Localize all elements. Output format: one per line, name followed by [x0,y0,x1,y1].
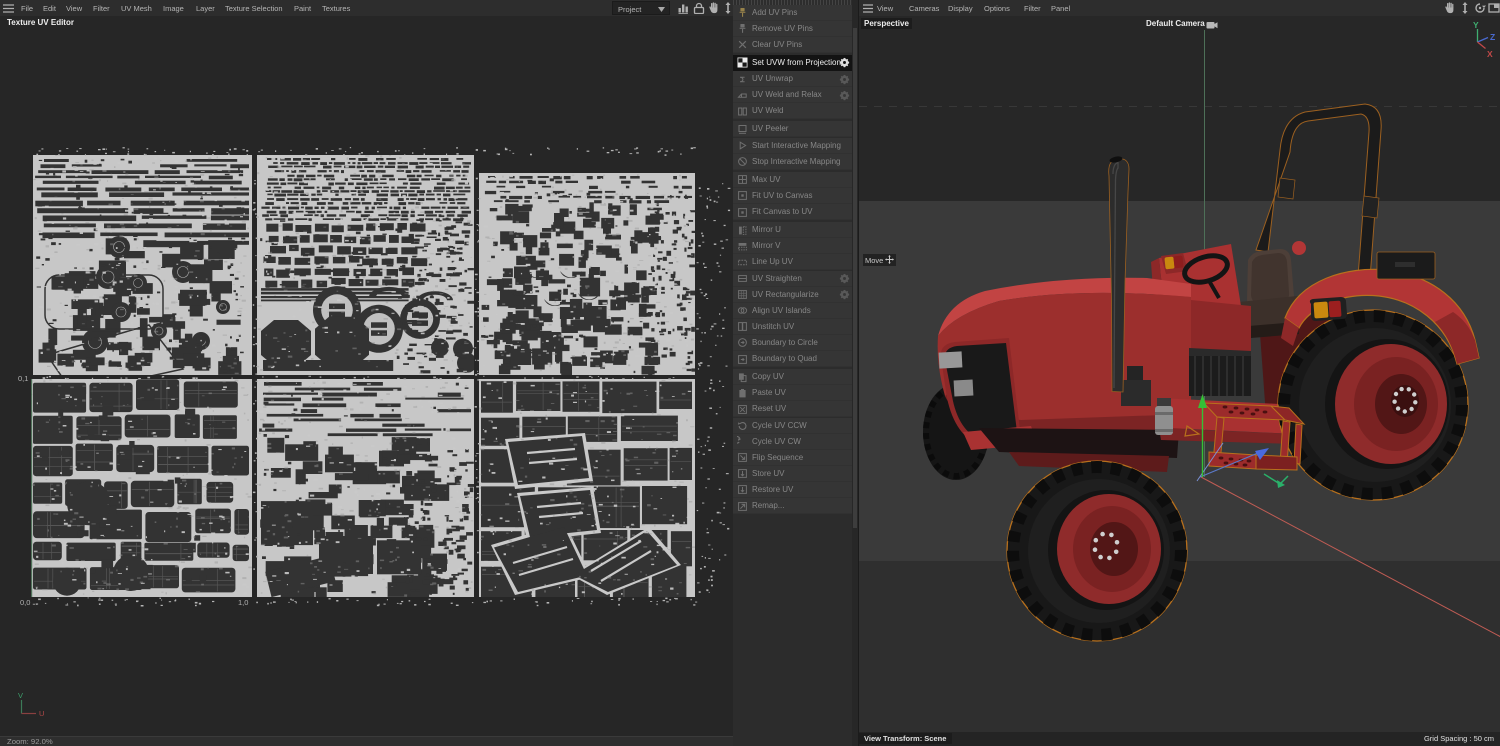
svg-text:Y: Y [1473,20,1479,30]
svg-text:X: X [1487,49,1493,59]
svg-text:U: U [39,709,44,718]
svg-text:V: V [18,691,23,700]
svg-text:Z: Z [1490,32,1495,42]
